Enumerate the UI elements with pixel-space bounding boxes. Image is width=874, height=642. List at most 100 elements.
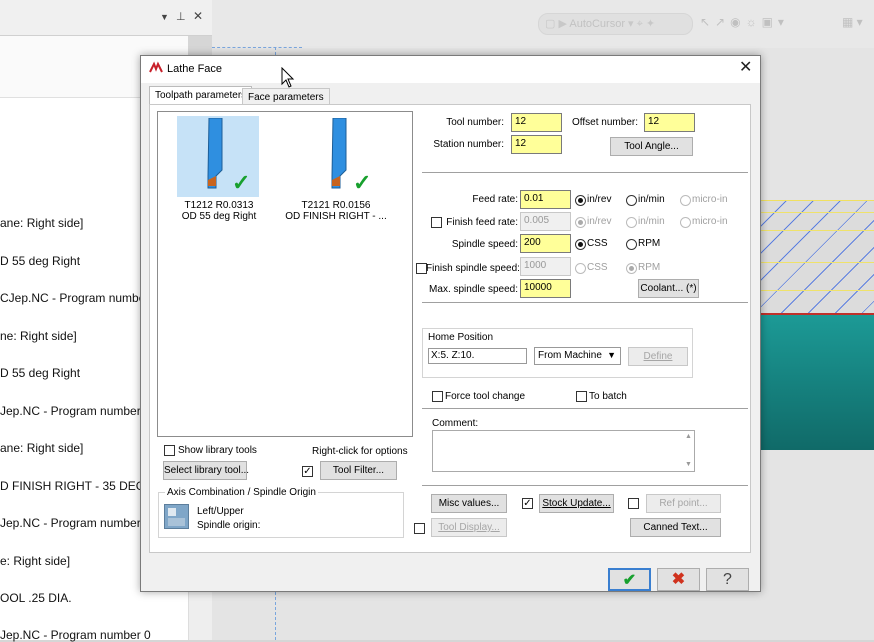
tool-2-icon[interactable] — [327, 118, 349, 196]
right-click-hint: Right-click for options — [312, 446, 408, 457]
show-library-tools-label: Show library tools — [178, 445, 257, 456]
tool-1-label[interactable]: T1212 R0.0313 OD 55 deg Right — [172, 200, 266, 222]
finish-feed-in-rev-radio[interactable] — [575, 217, 586, 228]
operation-tree-item[interactable]: ane: Right side] — [0, 441, 83, 455]
stock-update-checkbox[interactable]: ✓ — [522, 498, 533, 509]
tab-toolpath-parameters[interactable]: Toolpath parameters — [149, 86, 253, 105]
ref-point-button[interactable]: Ref point... — [646, 494, 721, 513]
home-position-mode-select[interactable]: From Machine ▼ — [534, 347, 621, 365]
operation-tree-item[interactable]: Jep.NC - Program number — [0, 516, 141, 530]
operation-tree-item[interactable]: ane: Right side] — [0, 216, 83, 230]
dialog-title: Lathe Face — [167, 63, 223, 75]
chevron-down-icon: ▼ — [607, 350, 616, 360]
tool-display-button[interactable]: Tool Display... — [431, 518, 507, 537]
operations-panel-header: ▼ ⊥ ✕ — [0, 0, 212, 36]
define-button[interactable]: Define — [628, 347, 688, 366]
force-tool-change-checkbox[interactable] — [432, 391, 443, 402]
close-icon[interactable]: ✕ — [739, 60, 752, 76]
stock-part — [760, 313, 874, 450]
tool-angle-button[interactable]: Tool Angle... — [610, 137, 693, 156]
misc-values-button[interactable]: Misc values... — [431, 494, 507, 513]
scroll-up-icon[interactable]: ▲ — [685, 433, 692, 440]
feed-in-min-radio[interactable] — [626, 195, 637, 206]
show-library-tools-checkbox[interactable] — [164, 445, 175, 456]
finish-feed-in-rev-label: in/rev — [587, 216, 612, 227]
stock-update-button[interactable]: Stock Update... — [539, 494, 614, 513]
home-position-field[interactable]: X:5. Z:10. — [428, 348, 527, 364]
spindle-speed-label: Spindle speed: — [451, 239, 518, 250]
ref-point-checkbox[interactable] — [628, 498, 639, 509]
spindle-css-label: CSS — [587, 238, 608, 249]
finish-spindle-speed-field[interactable]: 1000 — [520, 257, 571, 276]
dialog-title-bar: Lathe Face ✕ — [141, 56, 760, 83]
finish-feed-rate-checkbox[interactable] — [431, 217, 442, 228]
axis-combination-value: Left/Upper — [197, 506, 244, 517]
finish-spindle-rpm-label: RPM — [638, 262, 661, 273]
panel-menu-icon[interactable]: ▼ — [160, 12, 169, 22]
lathe-face-dialog: Lathe Face ✕ Toolpath parameters Face pa… — [140, 55, 761, 592]
tool-number-field[interactable]: 12 — [511, 113, 562, 132]
operation-tree-item[interactable]: Jep.NC - Program number — [0, 404, 141, 418]
operation-tree-item[interactable]: D 55 deg Right — [0, 366, 80, 380]
grid-icon[interactable]: ▦ ▾ — [842, 15, 863, 29]
pin-icon[interactable]: ⊥ — [176, 10, 186, 23]
mouse-cursor-icon — [281, 67, 295, 88]
tool-filter-button[interactable]: Tool Filter... — [320, 461, 397, 480]
operation-tree-item[interactable]: ne: Right side] — [0, 329, 77, 343]
toolpath-line — [760, 262, 874, 263]
close-icon[interactable]: ✕ — [193, 9, 203, 23]
feed-micro-in-label: micro-in — [692, 194, 728, 205]
operation-tree-item[interactable]: D FINISH RIGHT - 35 DEG. — [0, 479, 148, 493]
toolpath-region — [760, 200, 874, 313]
canned-text-button[interactable]: Canned Text... — [630, 518, 721, 537]
finish-spindle-css-radio[interactable] — [575, 263, 586, 274]
axis-combination-icon[interactable] — [164, 504, 189, 529]
finish-feed-in-min-radio[interactable] — [626, 217, 637, 228]
feed-micro-in-radio[interactable] — [680, 195, 691, 206]
offset-number-field[interactable]: 12 — [644, 113, 695, 132]
tool-number-label: Tool number: — [446, 117, 504, 128]
operation-tree-item[interactable]: D 55 deg Right — [0, 254, 80, 268]
home-position-group: Home Position X:5. Z:10. From Machine ▼ … — [422, 328, 693, 378]
tool-2-label[interactable]: T2121 R0.0156 OD FINISH RIGHT - ... — [284, 200, 388, 222]
to-batch-checkbox[interactable] — [576, 391, 587, 402]
max-spindle-speed-field[interactable]: 10000 — [520, 279, 571, 298]
operation-tree-item[interactable]: OOL .25 DIA. — [0, 591, 72, 605]
tool-1-icon[interactable] — [203, 118, 225, 196]
help-button[interactable]: ? — [706, 568, 749, 591]
selection-tools-icons[interactable]: ↖↗◉☼▣▾ — [700, 15, 789, 29]
select-library-tool-button[interactable]: Select library tool... — [163, 461, 249, 480]
max-spindle-speed-label: Max. spindle speed: — [429, 284, 518, 295]
autocursor-bar[interactable]: ▢ ▶ AutoCursor ▾ ⌖ ✦ — [538, 13, 693, 35]
feed-rate-field[interactable]: 0.01 — [520, 190, 571, 209]
feed-in-rev-radio[interactable] — [575, 195, 586, 206]
toolpath-parameters-page: ✓ T1212 R0.0313 OD 55 deg Right ✓ T2121 … — [149, 104, 751, 553]
operation-tree-item[interactable]: e: Right side] — [0, 554, 70, 568]
station-number-field[interactable]: 12 — [511, 135, 562, 154]
tool-2-valid-icon: ✓ — [353, 170, 372, 195]
tool-filter-checkbox[interactable]: ✓ — [302, 466, 313, 477]
tool-1-description: OD 55 deg Right — [181, 211, 257, 222]
feed-in-min-label: in/min — [638, 194, 665, 205]
tool-list[interactable]: ✓ T1212 R0.0313 OD 55 deg Right ✓ T2121 … — [157, 111, 413, 437]
tab-face-parameters[interactable]: Face parameters — [242, 88, 330, 105]
finish-feed-in-min-label: in/min — [638, 216, 665, 227]
finish-feed-micro-in-radio[interactable] — [680, 217, 691, 228]
cancel-button[interactable]: ✖ — [657, 568, 700, 591]
home-position-mode-value: From Machine — [538, 350, 602, 361]
spindle-speed-field[interactable]: 200 — [520, 234, 571, 253]
tool-display-checkbox[interactable] — [414, 523, 425, 534]
finish-feed-rate-field[interactable]: 0.005 — [520, 212, 571, 231]
spindle-rpm-radio[interactable] — [626, 239, 637, 250]
finish-spindle-rpm-radio[interactable] — [626, 263, 637, 274]
axis-group-title: Axis Combination / Spindle Origin — [165, 487, 318, 498]
toolpath-line — [760, 212, 874, 213]
ok-button[interactable]: ✔ — [608, 568, 651, 591]
comment-field[interactable] — [432, 430, 695, 472]
spindle-css-radio[interactable] — [575, 239, 586, 250]
comment-label: Comment: — [432, 418, 479, 429]
coolant-button[interactable]: Coolant... (*) — [638, 279, 699, 298]
toolpath-line — [760, 230, 874, 231]
scroll-down-icon[interactable]: ▼ — [685, 461, 692, 468]
operation-tree-item[interactable]: CJep.NC - Program numbe — [0, 291, 145, 305]
